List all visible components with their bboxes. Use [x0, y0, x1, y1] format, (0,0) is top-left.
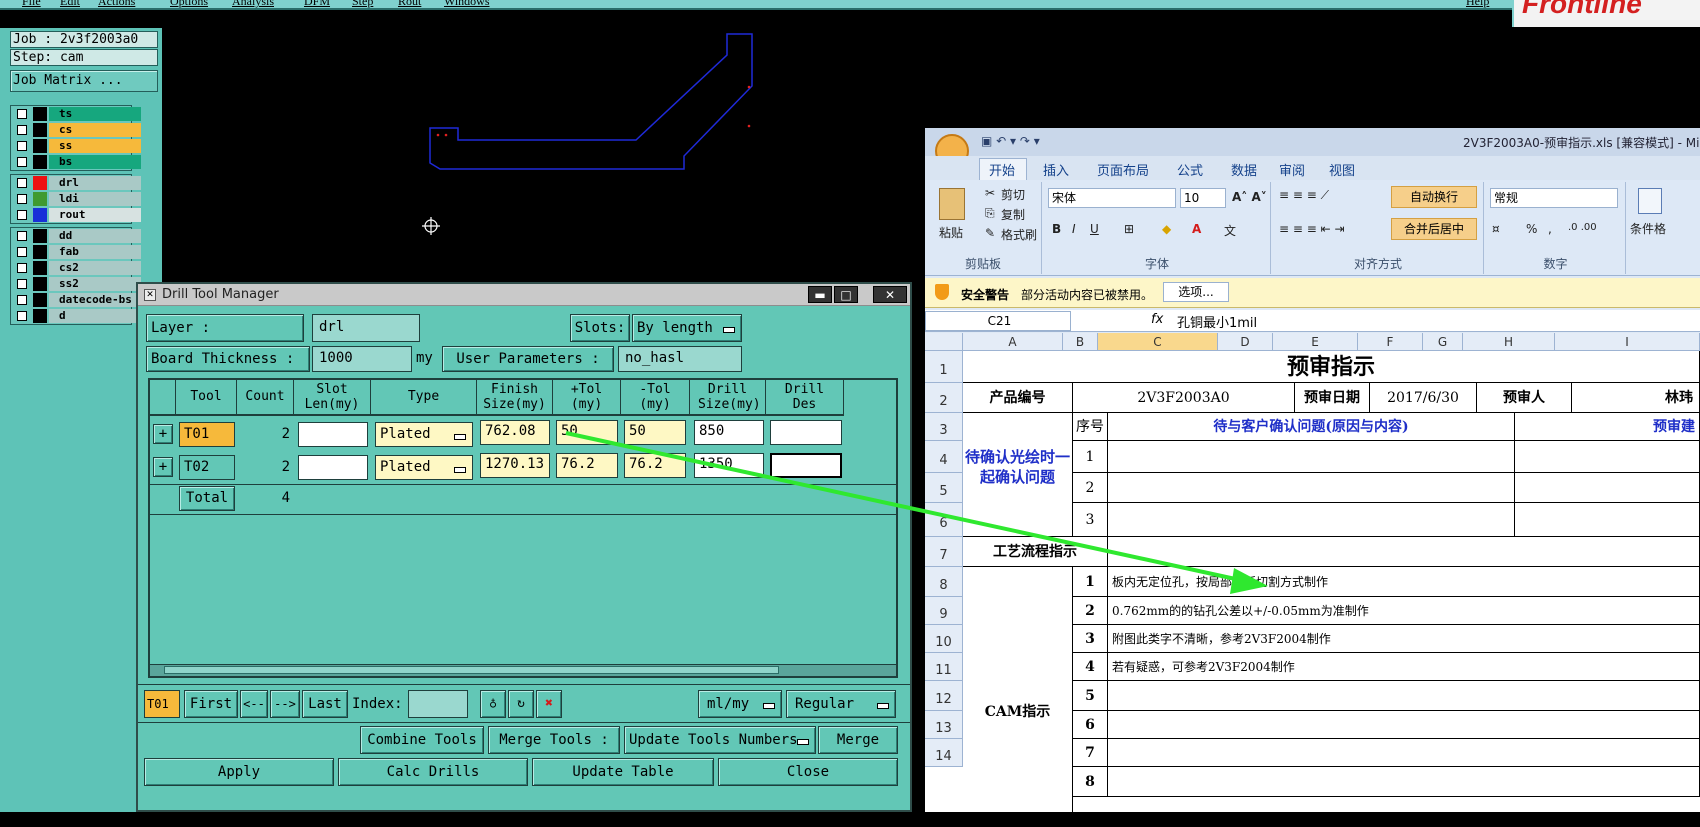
annotation-arrow: [565, 431, 1268, 594]
arrow-head: [1230, 568, 1268, 594]
arrow-line: [565, 431, 1241, 582]
